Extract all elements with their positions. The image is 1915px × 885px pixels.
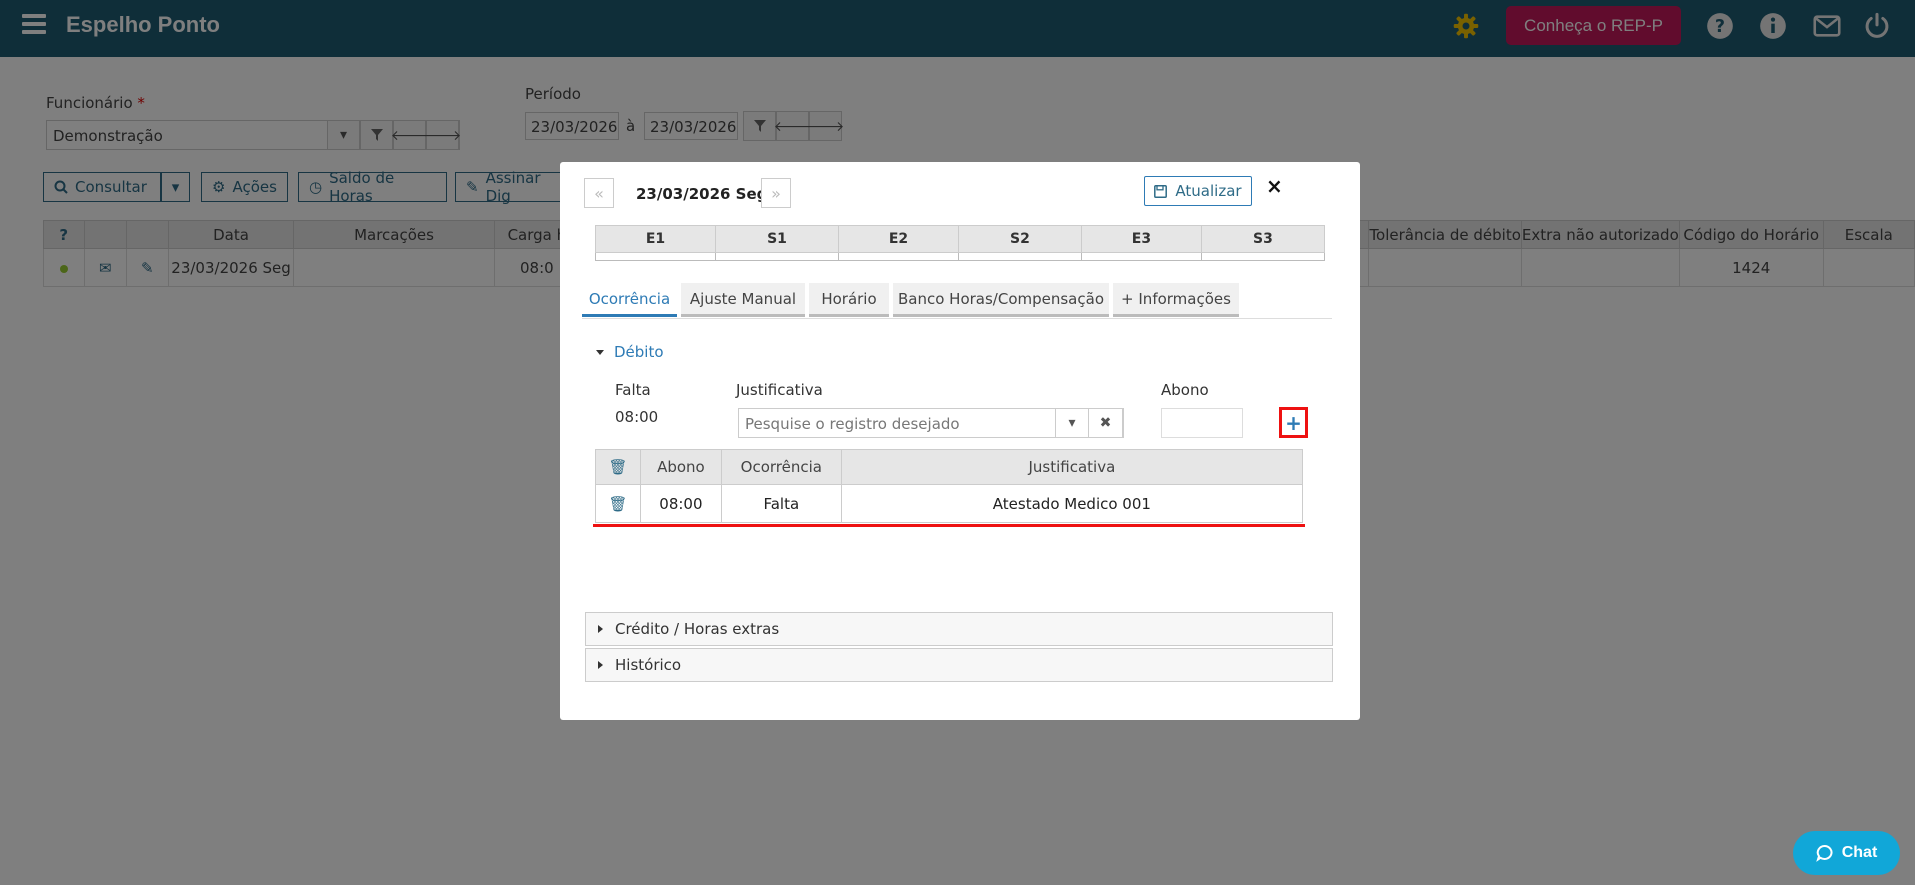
punch-col-s3: S3: [1200, 225, 1326, 253]
row-abono: 08:00: [639, 484, 722, 523]
punch-cell[interactable]: [1080, 252, 1202, 261]
col-abono: Abono: [639, 449, 722, 485]
atualizar-label: Atualizar: [1175, 182, 1242, 200]
tab-banco-horas[interactable]: Banco Horas/Compensação: [893, 283, 1109, 317]
punch-col-e3: E3: [1080, 225, 1202, 253]
tab-ajuste-manual[interactable]: Ajuste Manual: [681, 283, 805, 317]
save-icon: [1154, 184, 1168, 198]
chat-label: Chat: [1841, 844, 1878, 861]
falta-value: 08:00: [615, 408, 659, 426]
col-justificativa: Justificativa: [840, 449, 1304, 485]
caret-right-icon: [598, 661, 603, 669]
historico-label: Histórico: [615, 656, 682, 674]
row-ocorrencia: Falta: [720, 484, 842, 523]
highlight-underline: [593, 524, 1305, 527]
abono-input[interactable]: [1161, 408, 1243, 438]
falta-label: Falta: [615, 381, 651, 399]
historico-panel[interactable]: Histórico: [585, 648, 1333, 682]
punch-col-e1: E1: [595, 225, 716, 253]
atualizar-button[interactable]: Atualizar: [1144, 176, 1252, 206]
punch-cell[interactable]: [837, 252, 959, 261]
close-icon[interactable]: ×: [1266, 174, 1283, 198]
abono-header-row: 🗑 Abono Ocorrência Justificativa: [595, 449, 1304, 485]
credito-label: Crédito / Horas extras: [615, 620, 780, 638]
prev-day-button[interactable]: «: [584, 178, 614, 208]
punch-row[interactable]: [595, 252, 1326, 261]
add-abono-button[interactable]: +: [1279, 407, 1308, 438]
clear-icon[interactable]: ✖: [1088, 408, 1123, 438]
modal-day-title: 23/03/2026 Seg: [636, 185, 768, 203]
punch-cell[interactable]: [595, 252, 716, 261]
row-justificativa: Atestado Medico 001: [840, 484, 1304, 523]
punch-cell[interactable]: [957, 252, 1082, 261]
punch-cell[interactable]: [1200, 252, 1326, 261]
chat-button[interactable]: Chat: [1793, 831, 1900, 875]
next-day-button[interactable]: »: [761, 178, 791, 208]
col-ocorrencia: Ocorrência: [720, 449, 842, 485]
abono-table: 🗑 Abono Ocorrência Justificativa 🗑 08:00…: [595, 449, 1304, 523]
credito-panel[interactable]: Crédito / Horas extras: [585, 612, 1333, 646]
modal-tabs: Ocorrência Ajuste Manual Horário Banco H…: [582, 283, 1332, 319]
tab-ocorrencia[interactable]: Ocorrência: [582, 283, 677, 317]
tab-mais-informacoes[interactable]: + Informações: [1113, 283, 1239, 317]
punch-table: E1 S1 E2 S2 E3 S3: [595, 225, 1326, 261]
table-row[interactable]: 🗑 08:00 Falta Atestado Medico 001: [595, 484, 1304, 523]
delete-all-icon[interactable]: 🗑: [595, 449, 641, 485]
caret-down-icon: [596, 349, 604, 355]
search-placeholder: Pesquise o registro desejado: [745, 415, 960, 433]
caret-right-icon: [598, 625, 603, 633]
trash-icon[interactable]: 🗑: [595, 484, 641, 523]
debito-label: Débito: [614, 343, 664, 361]
justificativa-label: Justificativa: [736, 381, 823, 399]
chevron-down-icon[interactable]: ▾: [1055, 408, 1089, 438]
plus-icon: +: [1285, 410, 1302, 435]
debito-section-toggle[interactable]: Débito: [596, 343, 664, 361]
tab-horario[interactable]: Horário: [809, 283, 889, 317]
day-detail-modal: « 23/03/2026 Seg » Atualizar × E1 S1 E2 …: [560, 162, 1360, 720]
punch-col-s1: S1: [714, 225, 839, 253]
punch-col-s2: S2: [957, 225, 1082, 253]
chat-icon: [1815, 845, 1833, 862]
punch-header-row: E1 S1 E2 S2 E3 S3: [595, 225, 1326, 253]
punch-cell[interactable]: [714, 252, 839, 261]
abono-label: Abono: [1161, 381, 1209, 399]
justificativa-search-input[interactable]: Pesquise o registro desejado ▾ ✖: [738, 408, 1124, 438]
punch-col-e2: E2: [837, 225, 959, 253]
